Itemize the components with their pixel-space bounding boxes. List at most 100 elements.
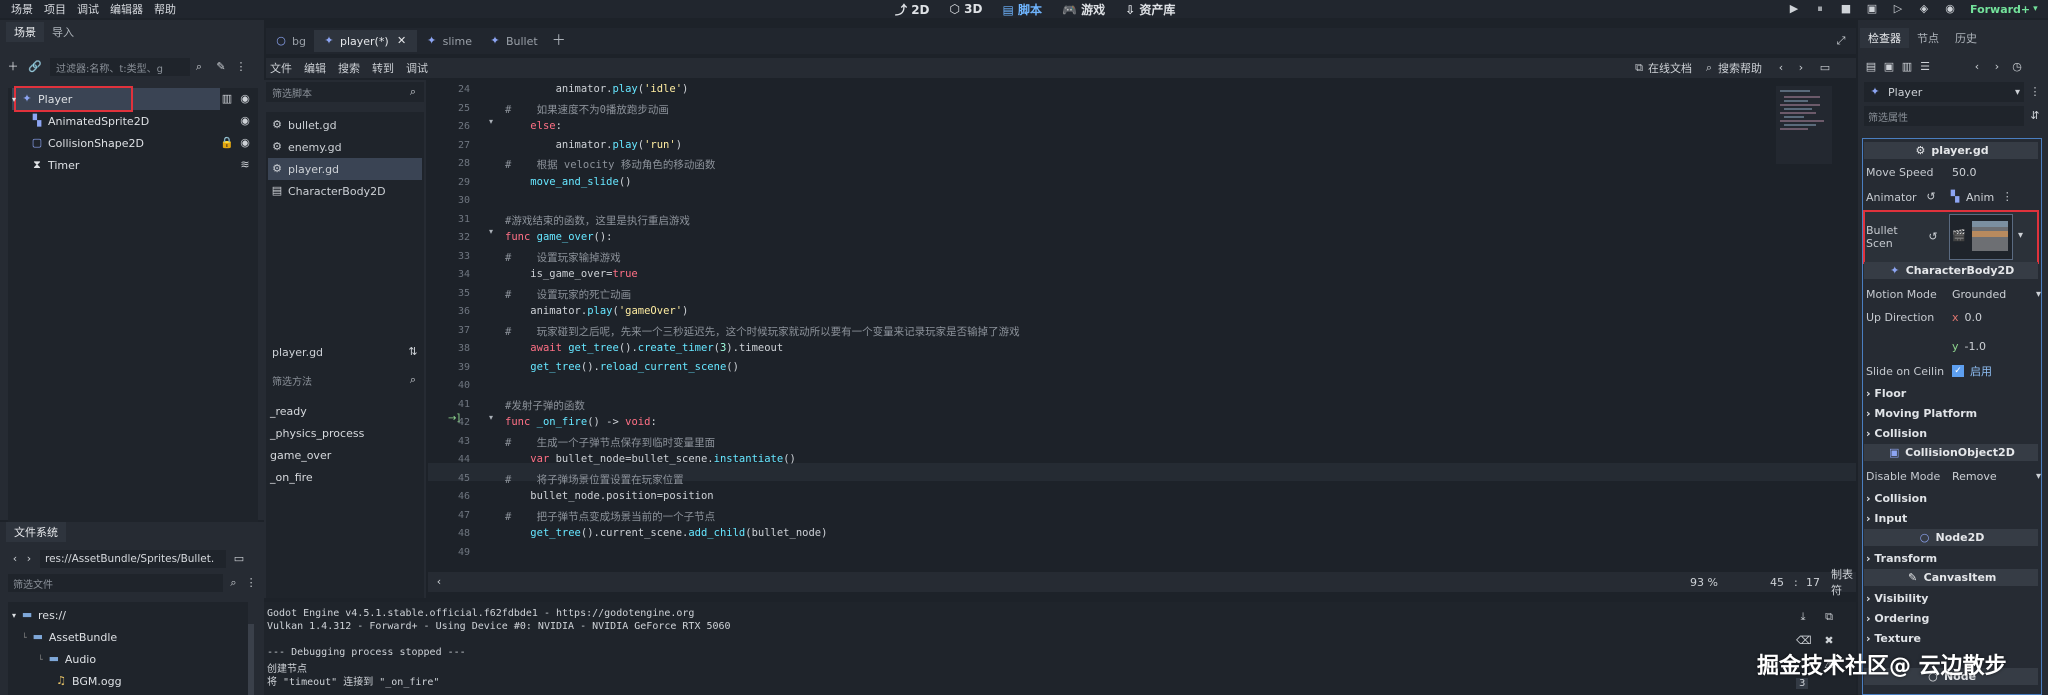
animator-value[interactable]: Anim bbox=[1966, 191, 1994, 204]
editor-tab-player[interactable]: ✦ player(*) ✕ bbox=[313, 30, 417, 52]
group-transform[interactable]: › Transform bbox=[1866, 549, 2036, 567]
collapse-icon[interactable]: ▾ bbox=[12, 611, 16, 620]
filter-icon[interactable]: ✖ bbox=[1822, 634, 1836, 648]
fold-icon[interactable]: ▾ bbox=[489, 117, 493, 126]
lock-icon[interactable]: 🔒 bbox=[220, 136, 234, 150]
script-attach-icon[interactable]: ✎ bbox=[214, 60, 228, 74]
search-icon[interactable]: ⌕ bbox=[227, 576, 241, 590]
distraction-free-icon[interactable]: ⤢ bbox=[1834, 34, 1848, 48]
disable-mode-dropdown[interactable]: Remove bbox=[1952, 470, 1997, 483]
motion-mode-dropdown[interactable]: Grounded bbox=[1952, 288, 2006, 301]
script-menu-debug[interactable]: 调试 bbox=[406, 60, 428, 76]
new-resource-icon[interactable]: ▤ bbox=[1864, 60, 1878, 74]
workspace-2d-button[interactable]: ⤴ 2D bbox=[895, 1, 930, 18]
method-item-physics[interactable]: _physics_process bbox=[270, 422, 420, 444]
editor-tab-bg[interactable]: ○ bg bbox=[266, 30, 314, 52]
tab-import[interactable]: 导入 bbox=[44, 22, 82, 42]
fold-icon[interactable]: ▾ bbox=[489, 227, 493, 236]
script-item-enemy[interactable]: ⚙ enemy.gd bbox=[270, 136, 342, 158]
tree-node-collisionshape[interactable]: ▢ CollisionShape2D bbox=[30, 132, 230, 154]
script-filter-input[interactable]: 筛选脚本 ⌕ bbox=[266, 82, 424, 102]
renderer-selector[interactable]: Forward+ bbox=[1970, 3, 2030, 16]
chevron-down-icon[interactable]: ▾ bbox=[2018, 230, 2023, 241]
search-icon[interactable]: ⌕ bbox=[406, 85, 420, 99]
reset-icon[interactable]: ↺ bbox=[1924, 190, 1938, 204]
play-custom-icon[interactable]: ◈ bbox=[1916, 2, 1932, 16]
group-floor[interactable]: › Floor bbox=[1866, 384, 2036, 402]
file-item-bgm[interactable]: ♫ BGM.ogg bbox=[54, 670, 254, 692]
visibility-eye-icon[interactable]: ◉ bbox=[238, 92, 252, 106]
scroll-lock-icon[interactable]: ⤓ bbox=[1796, 610, 1810, 624]
method-item-onfire[interactable]: _on_fire bbox=[270, 466, 420, 488]
visibility-eye-icon[interactable]: ◉ bbox=[238, 114, 252, 128]
collapse-icon[interactable]: ▾ bbox=[12, 95, 16, 104]
workspace-assetlib-button[interactable]: ⇩ 资产库 bbox=[1125, 1, 1175, 18]
property-filter-input[interactable]: 筛选属性 bbox=[1864, 106, 2024, 126]
group-texture[interactable]: › Texture bbox=[1866, 629, 2036, 647]
zoom-level[interactable]: 93 % bbox=[1690, 576, 1718, 589]
menu-editor[interactable]: 编辑器 bbox=[110, 1, 143, 17]
history-icon[interactable]: ◷ bbox=[2010, 60, 2024, 74]
signal-icon[interactable]: ≋ bbox=[238, 158, 252, 172]
copy-icon[interactable]: ⧉ bbox=[1822, 610, 1836, 624]
close-icon[interactable]: ✕ bbox=[395, 34, 409, 48]
menu-project[interactable]: 项目 bbox=[44, 1, 66, 17]
up-direction-x[interactable]: 0.0 bbox=[1965, 311, 1983, 324]
script-menu-search[interactable]: 搜索 bbox=[338, 60, 360, 76]
search-help-button[interactable]: 搜索帮助 bbox=[1718, 60, 1762, 76]
tab-history[interactable]: 历史 bbox=[1947, 28, 1985, 48]
workspace-game-button[interactable]: 🎮 游戏 bbox=[1062, 1, 1105, 18]
filter-options-icon[interactable]: ⇵ bbox=[2028, 109, 2042, 123]
group-ordering[interactable]: › Ordering bbox=[1866, 609, 2036, 627]
forward-icon[interactable]: › bbox=[1990, 60, 2004, 74]
back-icon[interactable]: ‹ bbox=[1774, 61, 1788, 75]
more-options-icon[interactable]: ⋮ bbox=[244, 576, 258, 590]
online-docs-button[interactable]: 在线文档 bbox=[1648, 60, 1692, 76]
script-item-bullet[interactable]: ⚙ bullet.gd bbox=[270, 114, 337, 136]
remote-debug-icon[interactable]: ▣ bbox=[1864, 2, 1880, 16]
group-collision-2[interactable]: › Collision bbox=[1866, 489, 2036, 507]
workspace-3d-button[interactable]: ⬡ 3D bbox=[950, 2, 983, 16]
search-icon[interactable]: ⌕ bbox=[406, 373, 420, 387]
split-view-icon[interactable]: ▭ bbox=[232, 552, 246, 566]
file-item-res[interactable]: ▾ ▬ res:// bbox=[12, 604, 212, 626]
play-icon[interactable]: ▶ bbox=[1786, 2, 1802, 16]
tree-node-player[interactable]: ▾ ✦ Player bbox=[12, 88, 212, 110]
bullet-scene-resource-picker[interactable]: 🎬 bbox=[1949, 214, 2013, 260]
file-item-assetbundle[interactable]: └ ▬ AssetBundle bbox=[22, 626, 222, 648]
window-icon[interactable]: ▭ bbox=[1818, 61, 1832, 75]
script-menu-file[interactable]: 文件 bbox=[270, 60, 292, 76]
tree-node-animatedsprite[interactable]: ▚ AnimatedSprite2D bbox=[30, 110, 230, 132]
group-visibility[interactable]: › Visibility bbox=[1866, 589, 2036, 607]
tree-node-timer[interactable]: ⧗ Timer bbox=[30, 154, 230, 176]
more-options-icon[interactable]: ⋮ bbox=[2028, 85, 2042, 99]
indent-mode[interactable]: 制表符 bbox=[1831, 566, 1856, 598]
code-minimap[interactable] bbox=[1776, 86, 1832, 164]
tab-scene[interactable]: 场景 bbox=[6, 22, 44, 42]
signal-connection-icon[interactable]: →] bbox=[448, 413, 460, 424]
file-filter-input[interactable]: 筛选文件 bbox=[8, 574, 223, 592]
more-options-icon[interactable]: ⋮ bbox=[2000, 190, 2014, 204]
back-icon[interactable]: ‹ bbox=[8, 552, 22, 566]
extra-options-icon[interactable]: ☰ bbox=[1918, 60, 1932, 74]
sort-icon[interactable]: ⇅ bbox=[406, 345, 420, 359]
script-item-characterbody[interactable]: ▤ CharacterBody2D bbox=[270, 180, 386, 202]
scene-filter-input[interactable]: 过滤器:名称、t:类型、g bbox=[50, 58, 190, 76]
group-input[interactable]: › Input bbox=[1866, 509, 2036, 527]
movie-icon[interactable]: ◉ bbox=[1942, 2, 1958, 16]
inspector-object-selector[interactable]: ✦ Player ▾ bbox=[1864, 82, 2024, 102]
group-collision[interactable]: › Collision bbox=[1866, 424, 2036, 442]
tab-node[interactable]: 节点 bbox=[1909, 28, 1947, 48]
load-resource-icon[interactable]: ▣ bbox=[1882, 60, 1896, 74]
method-item-ready[interactable]: _ready bbox=[270, 400, 420, 422]
tab-inspector[interactable]: 检查器 bbox=[1860, 28, 1909, 48]
add-node-icon[interactable]: ＋ bbox=[6, 60, 20, 74]
pause-icon[interactable]: ⏸ bbox=[1812, 2, 1828, 16]
script-menu-edit[interactable]: 编辑 bbox=[304, 60, 326, 76]
fold-icon[interactable]: ▾ bbox=[489, 413, 493, 422]
save-icon[interactable]: ▥ bbox=[1900, 60, 1914, 74]
scrollbar[interactable] bbox=[248, 624, 254, 695]
script-icon[interactable]: ▥ bbox=[220, 92, 234, 106]
method-item-gameover[interactable]: game_over bbox=[270, 444, 420, 466]
more-options-icon[interactable]: ⋮ bbox=[234, 60, 248, 74]
